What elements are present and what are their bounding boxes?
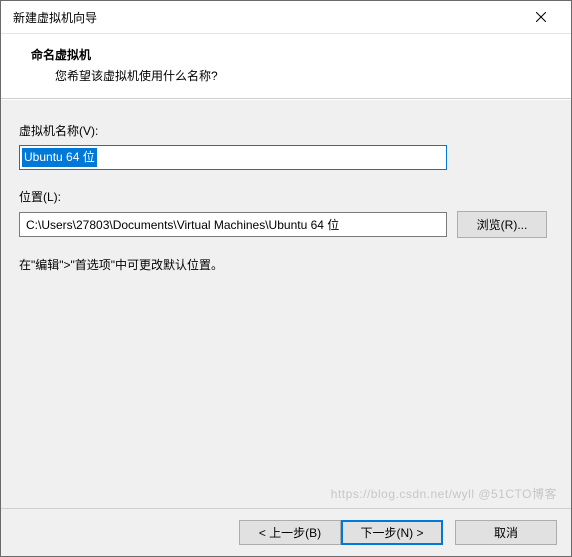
close-button[interactable]	[521, 3, 561, 31]
location-row: 浏览(R)...	[19, 211, 553, 238]
vm-name-row: Ubuntu 64 位	[19, 145, 553, 170]
back-button[interactable]: < 上一步(B)	[239, 520, 341, 545]
browse-button[interactable]: 浏览(R)...	[457, 211, 547, 238]
page-title: 命名虚拟机	[31, 46, 553, 63]
page-subtitle: 您希望该虚拟机使用什么名称?	[55, 67, 553, 84]
next-button[interactable]: 下一步(N) >	[341, 520, 443, 545]
cancel-button[interactable]: 取消	[455, 520, 557, 545]
close-icon	[536, 12, 546, 22]
vm-name-input[interactable]	[19, 145, 447, 170]
window-title: 新建虚拟机向导	[13, 9, 521, 26]
location-input[interactable]	[19, 212, 447, 237]
vm-name-input-wrap: Ubuntu 64 位	[19, 145, 447, 170]
wizard-footer: < 上一步(B) 下一步(N) > 取消	[1, 508, 571, 556]
location-label: 位置(L):	[19, 188, 553, 205]
vm-name-label: 虚拟机名称(V):	[19, 122, 553, 139]
wizard-window: 新建虚拟机向导 命名虚拟机 您希望该虚拟机使用什么名称? 虚拟机名称(V): U…	[0, 0, 572, 557]
wizard-header: 命名虚拟机 您希望该虚拟机使用什么名称?	[1, 34, 571, 99]
titlebar: 新建虚拟机向导	[1, 1, 571, 34]
wizard-content: 虚拟机名称(V): Ubuntu 64 位 位置(L): 浏览(R)... 在"…	[1, 99, 571, 508]
hint-text: 在"编辑">"首选项"中可更改默认位置。	[19, 256, 553, 273]
